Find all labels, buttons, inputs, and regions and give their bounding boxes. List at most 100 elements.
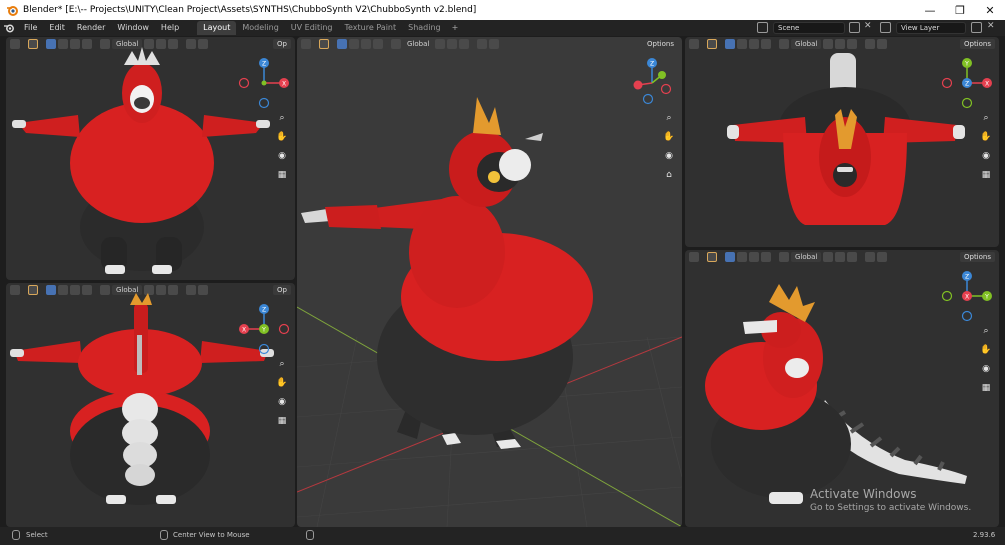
navigation-controls: ⌕ ✋ ◉ ▦ [979,324,993,395]
svg-text:Z: Z [262,61,266,68]
svg-text:Z: Z [965,81,969,88]
neg-x-axis-icon[interactable] [941,77,953,89]
character-model [705,284,967,504]
status-bar: Select Center View to Mouse 2.93.6 [0,527,1005,545]
character-model [10,293,274,505]
viewport-center[interactable]: Global Options Z ⌕ ✋ ◉ ⌂ [297,37,682,527]
remove-view-layer-icon[interactable]: ✕ [987,21,995,31]
tab-shading[interactable]: Shading [402,21,447,35]
viewport-bottom-left[interactable]: Global Op Z X Y ⌕ ✋ ◉ ▦ [6,283,295,527]
tab-uv-editing[interactable]: UV Editing [285,21,339,35]
mouse-right-icon [306,530,314,540]
neg-y-axis-icon[interactable] [941,290,953,302]
neg-z-axis-icon[interactable] [642,93,654,105]
maximize-button[interactable]: ❐ [945,0,975,20]
navigation-gizmo[interactable]: Z X [236,55,292,111]
svg-text:Y: Y [261,327,266,334]
navigation-controls: ⌕ ✋ ◉ ▦ [275,111,289,182]
svg-text:Z: Z [262,307,266,314]
zoom-icon[interactable]: ⌕ [275,111,289,125]
zoom-icon[interactable]: ⌕ [979,111,993,125]
menu-help[interactable]: Help [155,20,185,36]
version-label: 2.93.6 [973,531,996,539]
svg-text:Z: Z [965,274,969,281]
neg-z-axis-icon[interactable] [258,97,270,109]
mouse-middle-icon [160,530,168,540]
top-bar: File Edit Render Window Help Layout Mode… [0,20,1005,36]
window-title: Blender* [E:\-- Projects\UNITY\Clean Pro… [23,5,477,15]
tab-layout[interactable]: Layout [197,21,237,35]
neg-x-axis-icon[interactable] [278,323,290,335]
camera-icon[interactable]: ◉ [662,149,676,163]
viewport-bottom-right[interactable]: Global Options Z Y X ⌕ ✋ ◉ ▦ [685,250,999,527]
navigation-gizmo[interactable]: Z X Y [236,301,292,357]
pan-hand-icon[interactable]: ✋ [662,130,676,144]
camera-icon[interactable]: ◉ [275,395,289,409]
neg-z-axis-icon[interactable] [961,310,973,322]
window-title-bar: Blender* [E:\-- Projects\UNITY\Clean Pro… [0,0,1005,20]
new-scene-icon[interactable] [849,22,860,33]
svg-text:Y: Y [964,61,969,68]
y-axis-icon[interactable] [658,71,666,79]
status-left-hint: Select [26,531,48,539]
navigation-gizmo[interactable]: Z Y X [939,268,995,324]
new-view-layer-icon[interactable] [971,22,982,33]
pan-hand-icon[interactable]: ✋ [979,130,993,144]
navigation-controls: ⌕ ✋ ◉ ⌂ [662,111,676,182]
tab-texture-paint[interactable]: Texture Paint [339,21,403,35]
x-axis-icon[interactable] [633,80,643,90]
perspective-toggle-icon[interactable]: ⌂ [662,168,676,182]
grid-icon[interactable]: ▦ [275,168,289,182]
menu-window[interactable]: Window [111,20,155,36]
navigation-gizmo[interactable]: Z [624,55,680,111]
svg-text:X: X [282,81,286,88]
scene-field[interactable]: Scene [773,22,845,34]
pan-hand-icon[interactable]: ✋ [275,376,289,390]
blender-window: Blender* [E:\-- Projects\UNITY\Clean Pro… [0,0,1005,545]
pan-hand-icon[interactable]: ✋ [979,343,993,357]
neg-x-axis-icon[interactable] [660,83,672,95]
viewport-top-right[interactable]: Global Options Y X Z ⌕ ✋ ◉ ▦ [685,37,999,247]
neg-y-axis-icon[interactable] [961,97,973,109]
navigation-gizmo[interactable]: Y X Z [939,55,995,111]
camera-icon[interactable]: ◉ [979,362,993,376]
scene-icon[interactable] [757,22,768,33]
navigation-controls: ⌕ ✋ ◉ ▦ [979,111,993,182]
svg-text:X: X [965,294,969,301]
grid-icon[interactable]: ▦ [275,414,289,428]
grid-icon[interactable]: ▦ [979,168,993,182]
tab-modeling[interactable]: Modeling [236,21,284,35]
camera-icon[interactable]: ◉ [275,149,289,163]
svg-text:X: X [242,327,246,334]
blender-logo-icon [5,3,19,17]
close-button[interactable]: ✕ [975,0,1005,20]
svg-text:Z: Z [650,61,654,68]
y-axis-icon[interactable] [261,80,267,86]
character-model [727,53,965,225]
view-layer-field[interactable]: View Layer [896,22,966,34]
zoom-icon[interactable]: ⌕ [662,111,676,125]
camera-icon[interactable]: ◉ [979,149,993,163]
add-workspace-button[interactable]: + [447,20,464,36]
menu-render[interactable]: Render [71,20,111,36]
blender-menu-icon[interactable] [0,20,18,36]
svg-text:Y: Y [984,294,989,301]
mouse-left-icon [12,530,20,540]
menu-edit[interactable]: Edit [43,20,71,36]
minimize-button[interactable]: — [915,0,945,20]
view-layer-icon[interactable] [880,22,891,33]
neg-x-axis-icon[interactable] [238,77,250,89]
character-model [12,47,270,274]
grid-icon[interactable]: ▦ [979,381,993,395]
remove-scene-icon[interactable]: ✕ [864,21,872,31]
zoom-icon[interactable]: ⌕ [275,357,289,371]
workspace-tabs: Layout Modeling UV Editing Texture Paint… [197,20,463,36]
menu-file[interactable]: File [18,20,43,36]
neg-z-axis-icon[interactable] [258,343,270,355]
pan-hand-icon[interactable]: ✋ [275,130,289,144]
viewport-top-left[interactable]: Global Op Z X ⌕ ✋ ◉ ▦ [6,37,295,280]
svg-text:X: X [985,81,989,88]
navigation-controls: ⌕ ✋ ◉ ▦ [275,357,289,428]
status-middle-hint: Center View to Mouse [173,531,250,539]
zoom-icon[interactable]: ⌕ [979,324,993,338]
